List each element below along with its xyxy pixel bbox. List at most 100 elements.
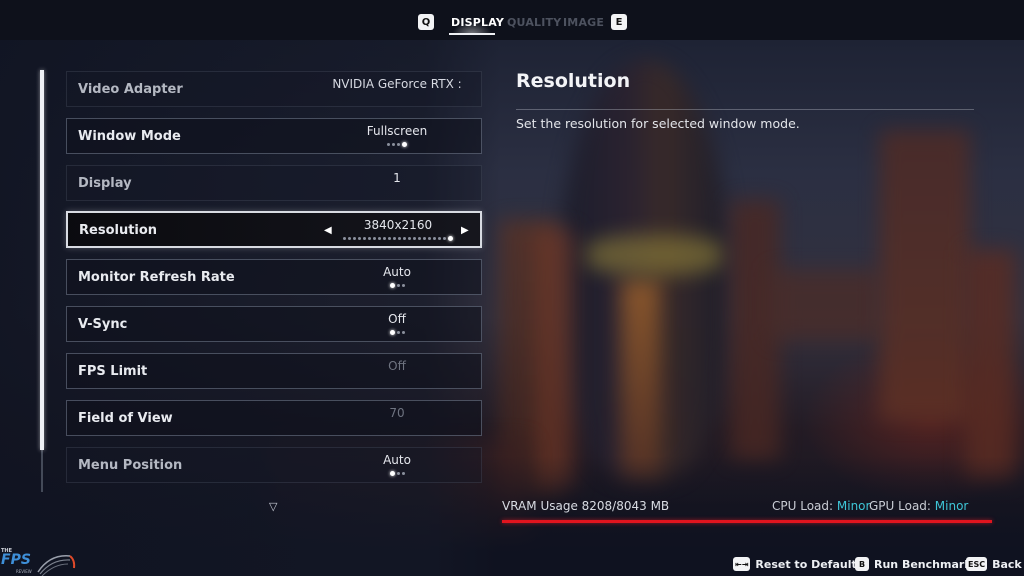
setting-row-menu-position[interactable]: Menu Position Auto xyxy=(66,447,482,483)
option-dot xyxy=(413,237,416,240)
tab-display[interactable]: DISPLAY xyxy=(451,16,504,29)
vram-usage-bar xyxy=(502,520,992,523)
scroll-down-indicator-icon[interactable]: ▽ xyxy=(269,500,277,513)
tab-image[interactable]: IMAGE xyxy=(563,16,604,29)
reset-key-icon: ⇤⇥ xyxy=(733,557,751,571)
setting-row-field-of-view[interactable]: Field of View 70 xyxy=(66,400,482,436)
setting-value: Off xyxy=(388,359,406,373)
setting-value: Off xyxy=(388,312,406,326)
option-dot-selected xyxy=(448,236,453,241)
run-benchmark-button[interactable]: B Run Benchmark xyxy=(855,557,972,571)
setting-label: Monitor Refresh Rate xyxy=(78,270,235,285)
logo-review: REVIEW xyxy=(16,569,32,574)
tab-quality[interactable]: QUALITY xyxy=(507,16,561,29)
option-dot xyxy=(398,237,401,240)
option-indicator xyxy=(327,283,467,288)
option-dot xyxy=(383,237,386,240)
next-tab-key-icon[interactable]: E xyxy=(611,14,627,30)
fps-review-logo: THE FPS REVIEW xyxy=(0,548,80,576)
option-dot xyxy=(363,237,366,240)
setting-label: Field of View xyxy=(78,411,173,426)
setting-value: 3840x2160 xyxy=(363,218,433,232)
gpu-load-label: GPU Load: xyxy=(869,499,931,513)
setting-row-video-adapter[interactable]: Video Adapter NVIDIA GeForce RTX : xyxy=(66,71,482,107)
option-slider[interactable] xyxy=(328,236,468,241)
option-indicator xyxy=(327,471,467,476)
setting-label: V-Sync xyxy=(78,317,128,332)
option-dot xyxy=(396,331,400,334)
option-dot xyxy=(401,331,405,334)
option-dot xyxy=(396,472,400,475)
back-button[interactable]: ESC Back xyxy=(966,557,1022,571)
option-dot xyxy=(373,237,376,240)
setting-row-v-sync[interactable]: V-Sync Off xyxy=(66,306,482,342)
option-dot xyxy=(438,237,441,240)
option-dot xyxy=(348,237,351,240)
option-dot xyxy=(387,143,390,146)
option-indicator xyxy=(327,142,467,147)
setting-value: 70 xyxy=(389,406,405,420)
benchmark-key-icon: B xyxy=(855,557,869,571)
option-dot-selected xyxy=(402,142,407,147)
option-dot xyxy=(368,237,371,240)
option-dot-selected xyxy=(389,330,395,335)
option-dot-selected xyxy=(389,283,395,288)
detail-divider xyxy=(516,109,974,110)
reset-label: Reset to Defaults xyxy=(755,557,864,571)
setting-value: Auto xyxy=(383,453,411,467)
option-dot-selected xyxy=(389,471,395,476)
reset-to-defaults-button[interactable]: ⇤⇥ Reset to Defaults xyxy=(733,557,863,571)
scrollbar-thumb[interactable] xyxy=(40,70,44,450)
next-option-arrow-icon[interactable]: ▶ xyxy=(461,225,469,236)
benchmark-label: Run Benchmark xyxy=(874,557,972,571)
setting-row-window-mode[interactable]: Window Mode Fullscreen xyxy=(66,118,482,154)
option-dot xyxy=(392,143,395,146)
setting-label: FPS Limit xyxy=(78,364,148,379)
bg-building xyxy=(965,250,1015,480)
esc-key-icon: ESC xyxy=(966,557,988,571)
speedometer-icon xyxy=(37,555,76,576)
option-dot xyxy=(393,237,396,240)
setting-label: Menu Position xyxy=(78,458,183,473)
cpu-load-label: CPU Load: xyxy=(772,499,834,513)
setting-value: Auto xyxy=(383,265,411,279)
option-dot xyxy=(401,472,405,475)
option-dot xyxy=(343,237,346,240)
option-indicator xyxy=(327,330,467,335)
option-dot xyxy=(433,237,436,240)
detail-description: Set the resolution for selected window m… xyxy=(516,116,800,131)
vram-usage-label: VRAM Usage 8208/8043 MB xyxy=(502,499,670,513)
option-dot xyxy=(401,284,405,287)
prev-tab-key-icon[interactable]: Q xyxy=(418,14,434,30)
option-dot xyxy=(403,237,406,240)
option-dot xyxy=(408,237,411,240)
setting-label: Window Mode xyxy=(78,129,181,144)
setting-value: NVIDIA GeForce RTX : xyxy=(332,77,462,91)
setting-value: 1 xyxy=(393,171,401,185)
logo-fps: FPS xyxy=(1,552,31,568)
option-dot xyxy=(397,143,400,146)
option-dot xyxy=(428,237,431,240)
option-dot xyxy=(378,237,381,240)
gpu-load: GPU Load: Minor xyxy=(869,499,968,513)
option-dot xyxy=(353,237,356,240)
option-dot xyxy=(418,237,421,240)
cpu-load: CPU Load: Minor xyxy=(772,499,870,513)
setting-row-resolution[interactable]: Resolution ◀ 3840x2160 ▶ xyxy=(66,211,482,248)
tab-bar: Q DISPLAY QUALITY IMAGE E xyxy=(0,0,1024,40)
cpu-load-value: Minor xyxy=(836,499,871,513)
setting-row-display[interactable]: Display 1 xyxy=(66,165,482,201)
bg-building xyxy=(770,270,880,340)
option-dot xyxy=(388,237,391,240)
bg-building xyxy=(535,230,575,490)
bg-tower-lights xyxy=(620,280,660,480)
bg-building xyxy=(880,130,970,420)
setting-label: Resolution xyxy=(79,223,158,238)
setting-row-fps-limit[interactable]: FPS Limit Off xyxy=(66,353,482,389)
setting-label: Video Adapter xyxy=(78,82,183,97)
setting-row-monitor-refresh-rate[interactable]: Monitor Refresh Rate Auto xyxy=(66,259,482,295)
option-dot xyxy=(396,284,400,287)
option-dot xyxy=(358,237,361,240)
setting-label: Display xyxy=(78,176,132,191)
active-tab-underline xyxy=(449,33,495,35)
